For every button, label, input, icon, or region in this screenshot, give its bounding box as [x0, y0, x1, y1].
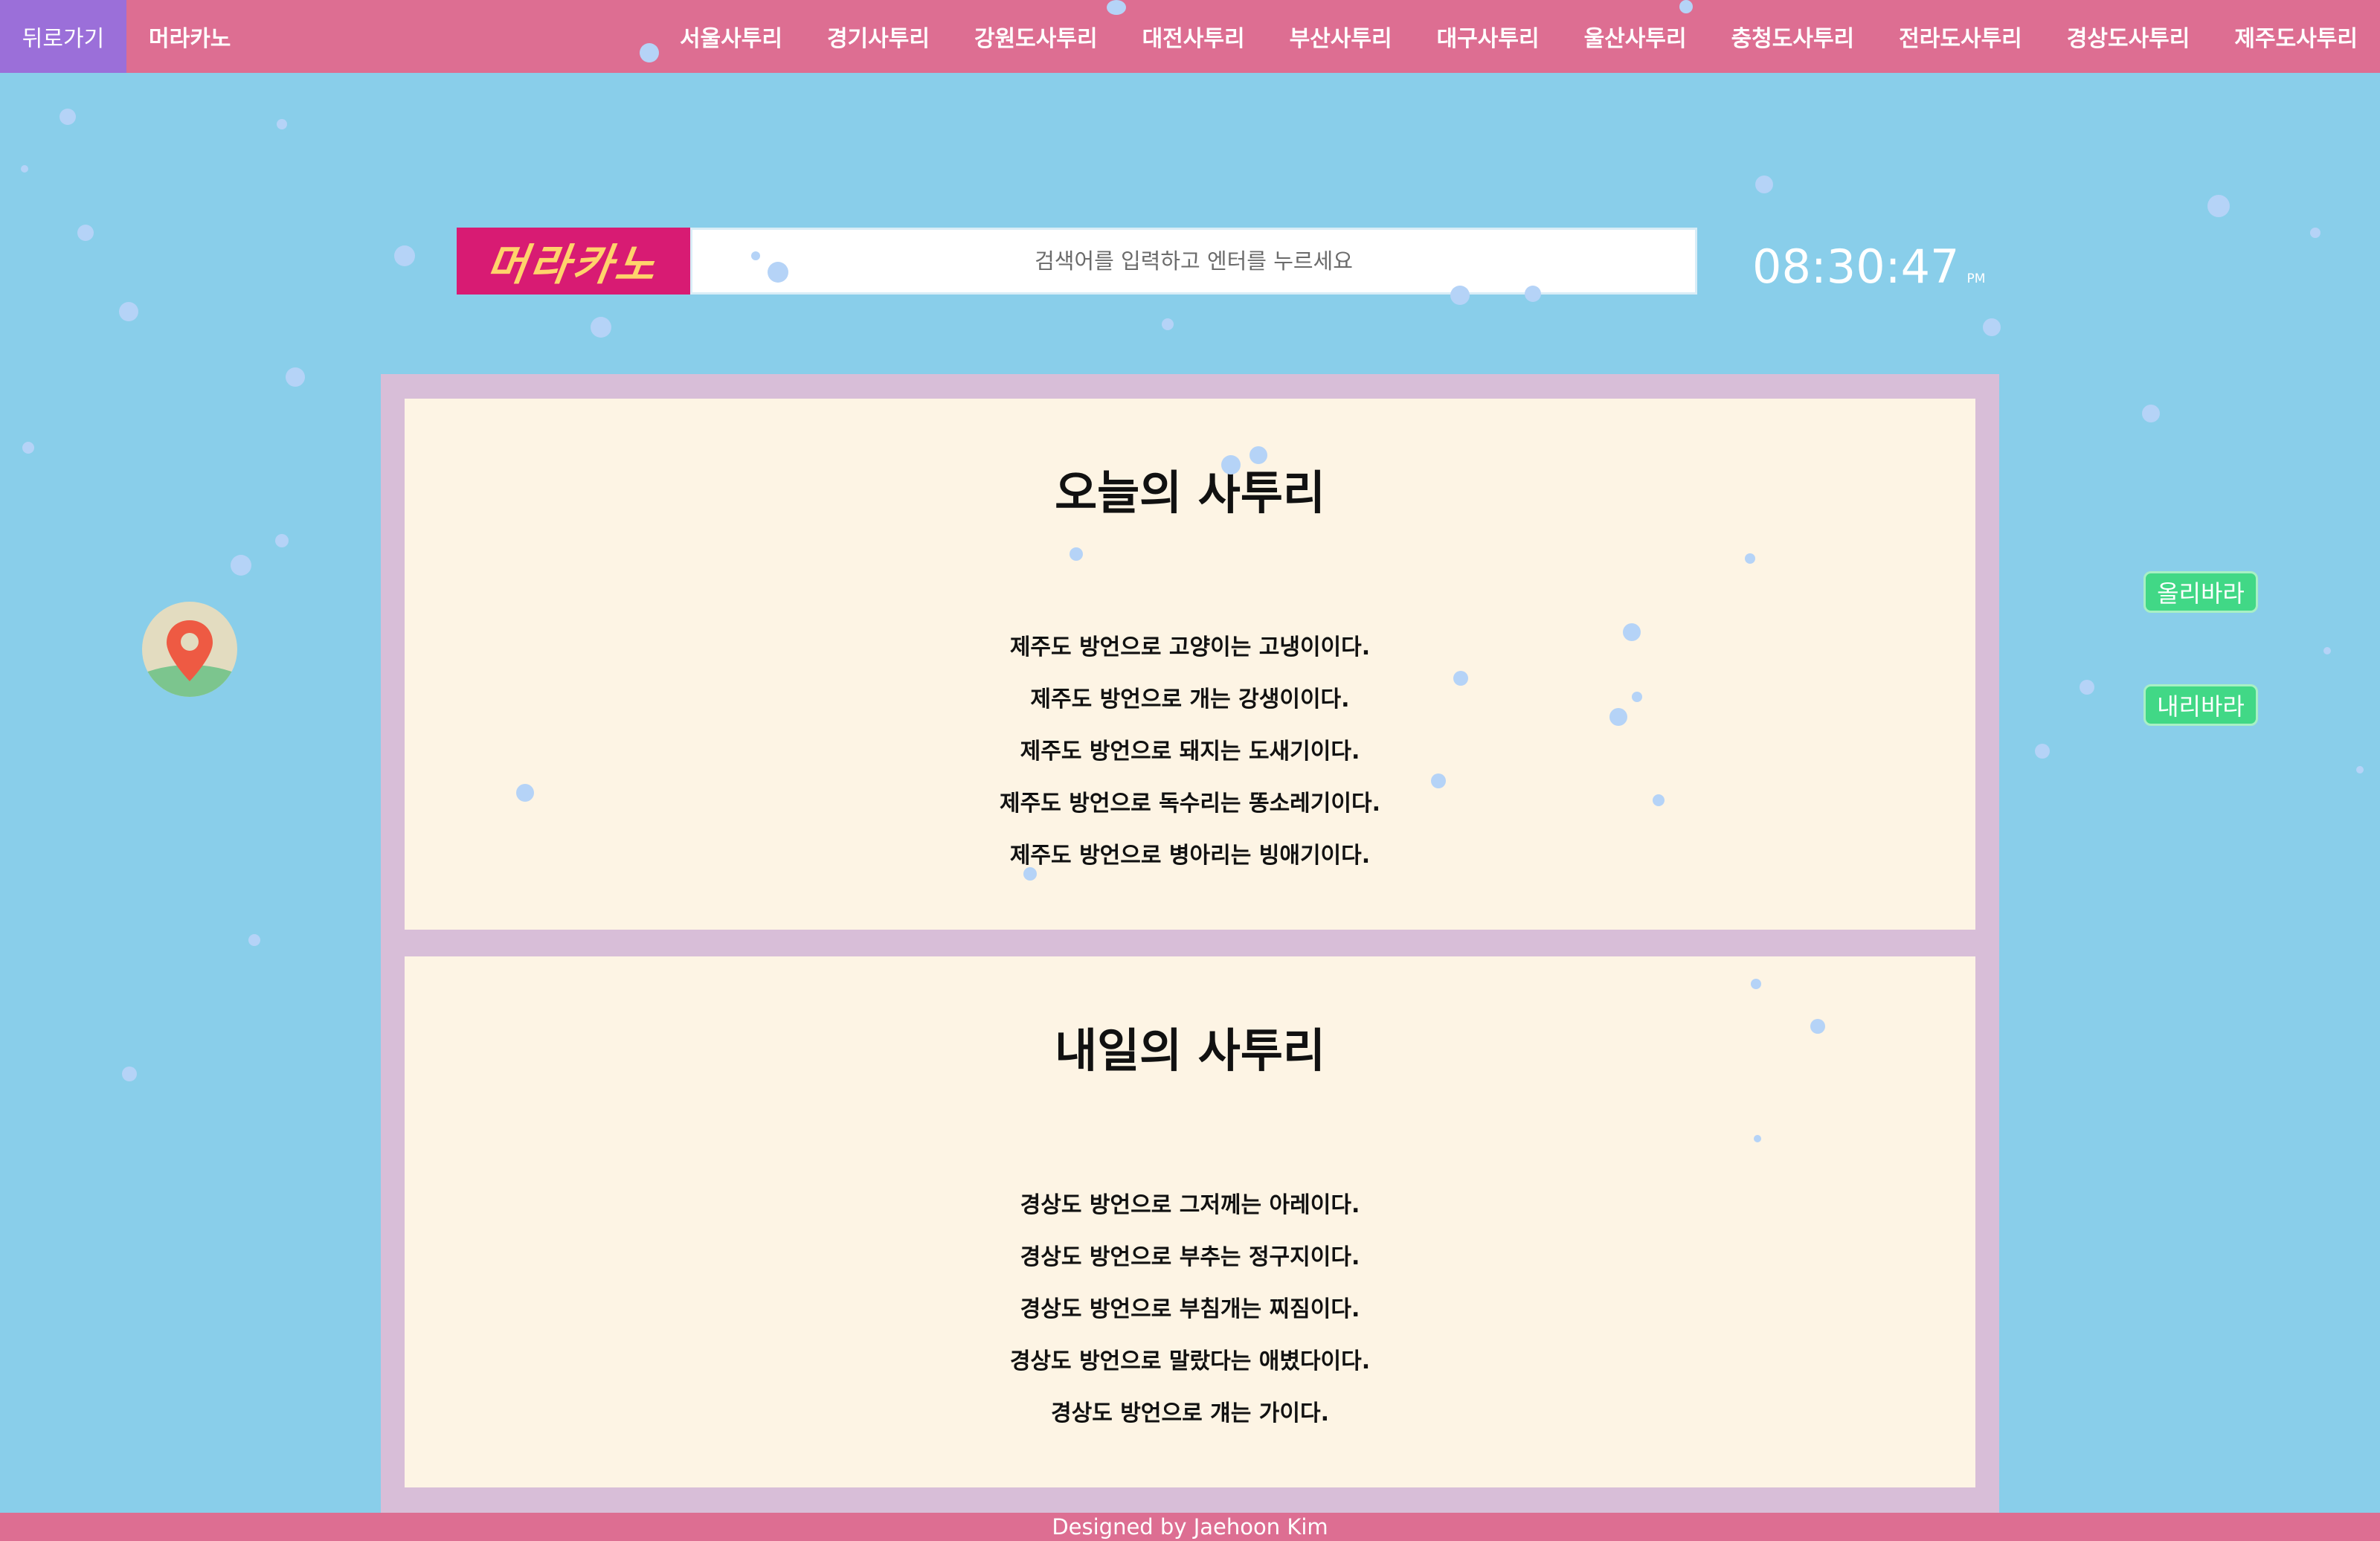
- snow-dot: [1983, 318, 2001, 336]
- snow-dot: [2080, 680, 2094, 695]
- snow-dot: [1162, 318, 1174, 330]
- list-item: 제주도 방언으로 고양이는 고냉이이다.: [1009, 634, 1371, 660]
- snow-dot: [122, 1067, 137, 1081]
- region-link-daejeon[interactable]: 대전사투리: [1142, 20, 1245, 53]
- back-button[interactable]: 뒤로가기: [0, 0, 126, 73]
- today-dialect-panel: 오늘의 사투리 제주도 방언으로 고양이는 고냉이이다. 제주도 방언으로 개는…: [405, 399, 1975, 930]
- today-list: 제주도 방언으로 고양이는 고냉이이다. 제주도 방언으로 개는 강생이이다. …: [405, 622, 1975, 882]
- snow-dot: [21, 165, 28, 173]
- top-nav: 뒤로가기 머라카노 서울사투리 경기사투리 강원도사투리 대전사투리 부산사투리…: [0, 0, 2380, 73]
- list-item: 제주도 방언으로 돼지는 도새기이다.: [1020, 739, 1360, 765]
- snow-dot: [1755, 176, 1773, 193]
- snow-dot: [231, 555, 251, 576]
- list-item: 경상도 방언으로 부침개는 찌짐이다.: [1020, 1296, 1360, 1322]
- snow-dot: [2207, 195, 2230, 217]
- tomorrow-dialect-panel: 내일의 사투리 경상도 방언으로 그저께는 아레이다. 경상도 방언으로 부추는…: [405, 956, 1975, 1487]
- snow-dot: [2310, 228, 2320, 238]
- clock-time: 08:30:47: [1752, 239, 1960, 294]
- region-link-seoul[interactable]: 서울사투리: [680, 20, 782, 53]
- scroll-down-button[interactable]: 내리바라: [2143, 684, 2258, 726]
- snow-dot: [394, 245, 415, 266]
- snow-dot: [248, 934, 260, 946]
- snow-dot: [60, 109, 76, 125]
- list-item: 경상도 방언으로 걔는 가이다.: [1051, 1400, 1329, 1426]
- tomorrow-list: 경상도 방언으로 그저께는 아레이다. 경상도 방언으로 부추는 정구지이다. …: [405, 1180, 1975, 1440]
- today-title: 오늘의 사투리: [1055, 466, 1325, 520]
- snow-dot: [591, 317, 611, 338]
- region-link-daegu[interactable]: 대구사투리: [1437, 20, 1540, 53]
- region-link-chungcheong[interactable]: 충청도사투리: [1731, 20, 1855, 53]
- brand-link[interactable]: 머라카노: [149, 20, 231, 53]
- search-input[interactable]: [690, 228, 1697, 295]
- list-item: 제주도 방언으로 독수리는 똥소레기이다.: [1000, 791, 1380, 817]
- snow-dot: [2035, 744, 2050, 759]
- list-item: 경상도 방언으로 말랐다는 애볐다이다.: [1009, 1348, 1371, 1374]
- list-item: 경상도 방언으로 그저께는 아레이다.: [1020, 1192, 1360, 1218]
- clock-ampm: PM: [1966, 271, 1986, 286]
- snow-dot: [119, 302, 138, 321]
- list-item: 제주도 방언으로 병아리는 빙애기이다.: [1009, 843, 1371, 869]
- clock: 08:30:47 PM: [1752, 239, 1985, 294]
- snow-dot: [22, 442, 34, 454]
- list-item: 경상도 방언으로 부추는 정구지이다.: [1020, 1244, 1360, 1270]
- search-logo[interactable]: 머라카노: [457, 228, 690, 295]
- region-link-gangwon[interactable]: 강원도사투리: [974, 20, 1098, 53]
- region-link-busan[interactable]: 부산사투리: [1290, 20, 1392, 53]
- snow-dot: [77, 225, 94, 241]
- region-link-jeolla[interactable]: 전라도사투리: [1899, 20, 2022, 53]
- region-link-jeju[interactable]: 제주도사투리: [2234, 20, 2358, 53]
- region-link-gyeonggi[interactable]: 경기사투리: [827, 20, 930, 53]
- list-item: 제주도 방언으로 개는 강생이이다.: [1030, 686, 1350, 712]
- snow-dot: [286, 367, 305, 387]
- snow-dot: [2356, 766, 2364, 773]
- region-menu: 서울사투리 경기사투리 강원도사투리 대전사투리 부산사투리 대구사투리 울산사…: [680, 0, 2380, 73]
- snow-dot: [275, 534, 289, 547]
- logo-text: 머라카노: [483, 239, 662, 290]
- snow-dot: [2323, 647, 2331, 654]
- footer-credit: Designed by Jaehoon Kim: [0, 1513, 2380, 1541]
- scroll-up-button[interactable]: 올리바라: [2143, 571, 2258, 613]
- map-pin-icon[interactable]: [141, 601, 238, 698]
- snow-dot: [2142, 405, 2160, 422]
- region-link-ulsan[interactable]: 울산사투리: [1584, 20, 1687, 53]
- snow-dot: [277, 119, 287, 129]
- region-link-gyeongsang[interactable]: 경상도사투리: [2067, 20, 2190, 53]
- tomorrow-title: 내일의 사투리: [1055, 1023, 1325, 1078]
